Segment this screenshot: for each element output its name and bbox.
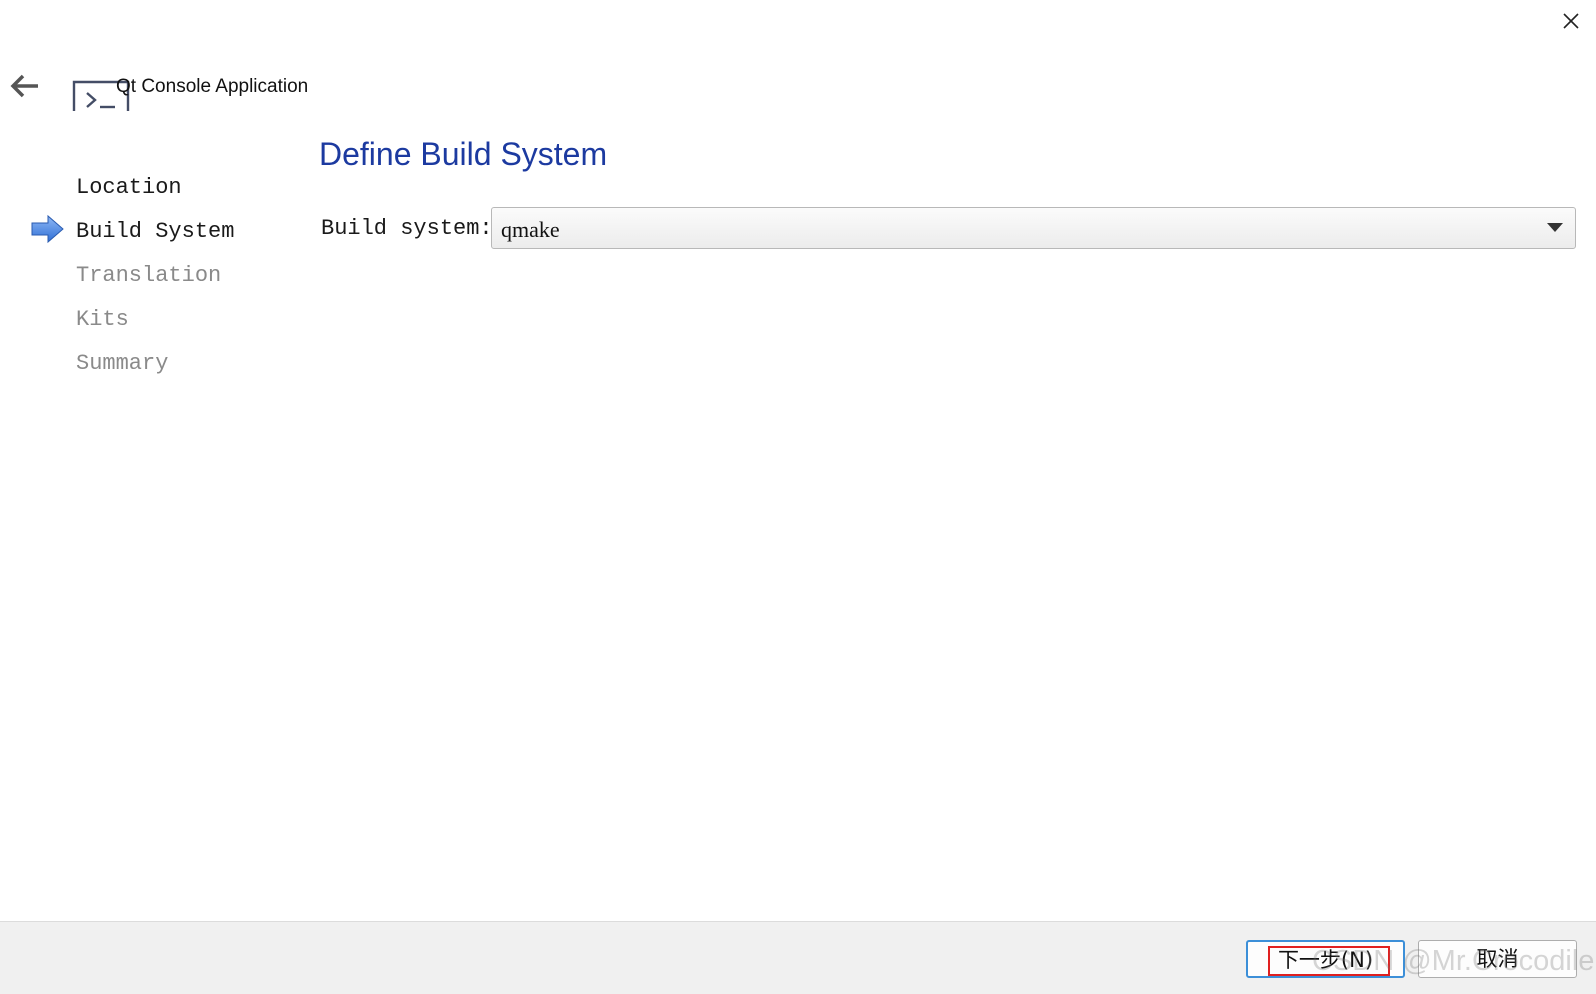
back-button[interactable] <box>8 72 44 102</box>
step-location: Location <box>76 175 182 200</box>
close-icon <box>1563 13 1579 29</box>
build-system-label: Build system: <box>321 216 493 241</box>
page-title: Define Build System <box>319 136 608 172</box>
build-system-select[interactable]: qmake <box>491 207 1576 249</box>
cancel-button-label: 取消 <box>1476 947 1519 971</box>
build-system-value: qmake <box>501 217 560 242</box>
wizard-app-title: Qt Console Application <box>116 76 309 97</box>
red-highlight-box <box>1268 946 1390 976</box>
arrow-left-icon <box>10 74 38 98</box>
cancel-button[interactable]: 取消 <box>1418 940 1577 978</box>
wizard-footer: 下一步(N) 取消 <box>0 921 1596 994</box>
step-kits: Kits <box>76 307 129 332</box>
step-translation: Translation <box>76 263 222 288</box>
arrow-right-icon <box>30 214 66 244</box>
step-summary: Summary <box>76 351 169 376</box>
next-button[interactable]: 下一步(N) <box>1246 940 1405 978</box>
close-button[interactable] <box>1558 8 1584 34</box>
step-build-system: Build System <box>76 219 235 244</box>
wizard-window: Qt Console Application Location Build Sy… <box>0 0 1596 994</box>
chevron-down-icon <box>1547 223 1563 232</box>
